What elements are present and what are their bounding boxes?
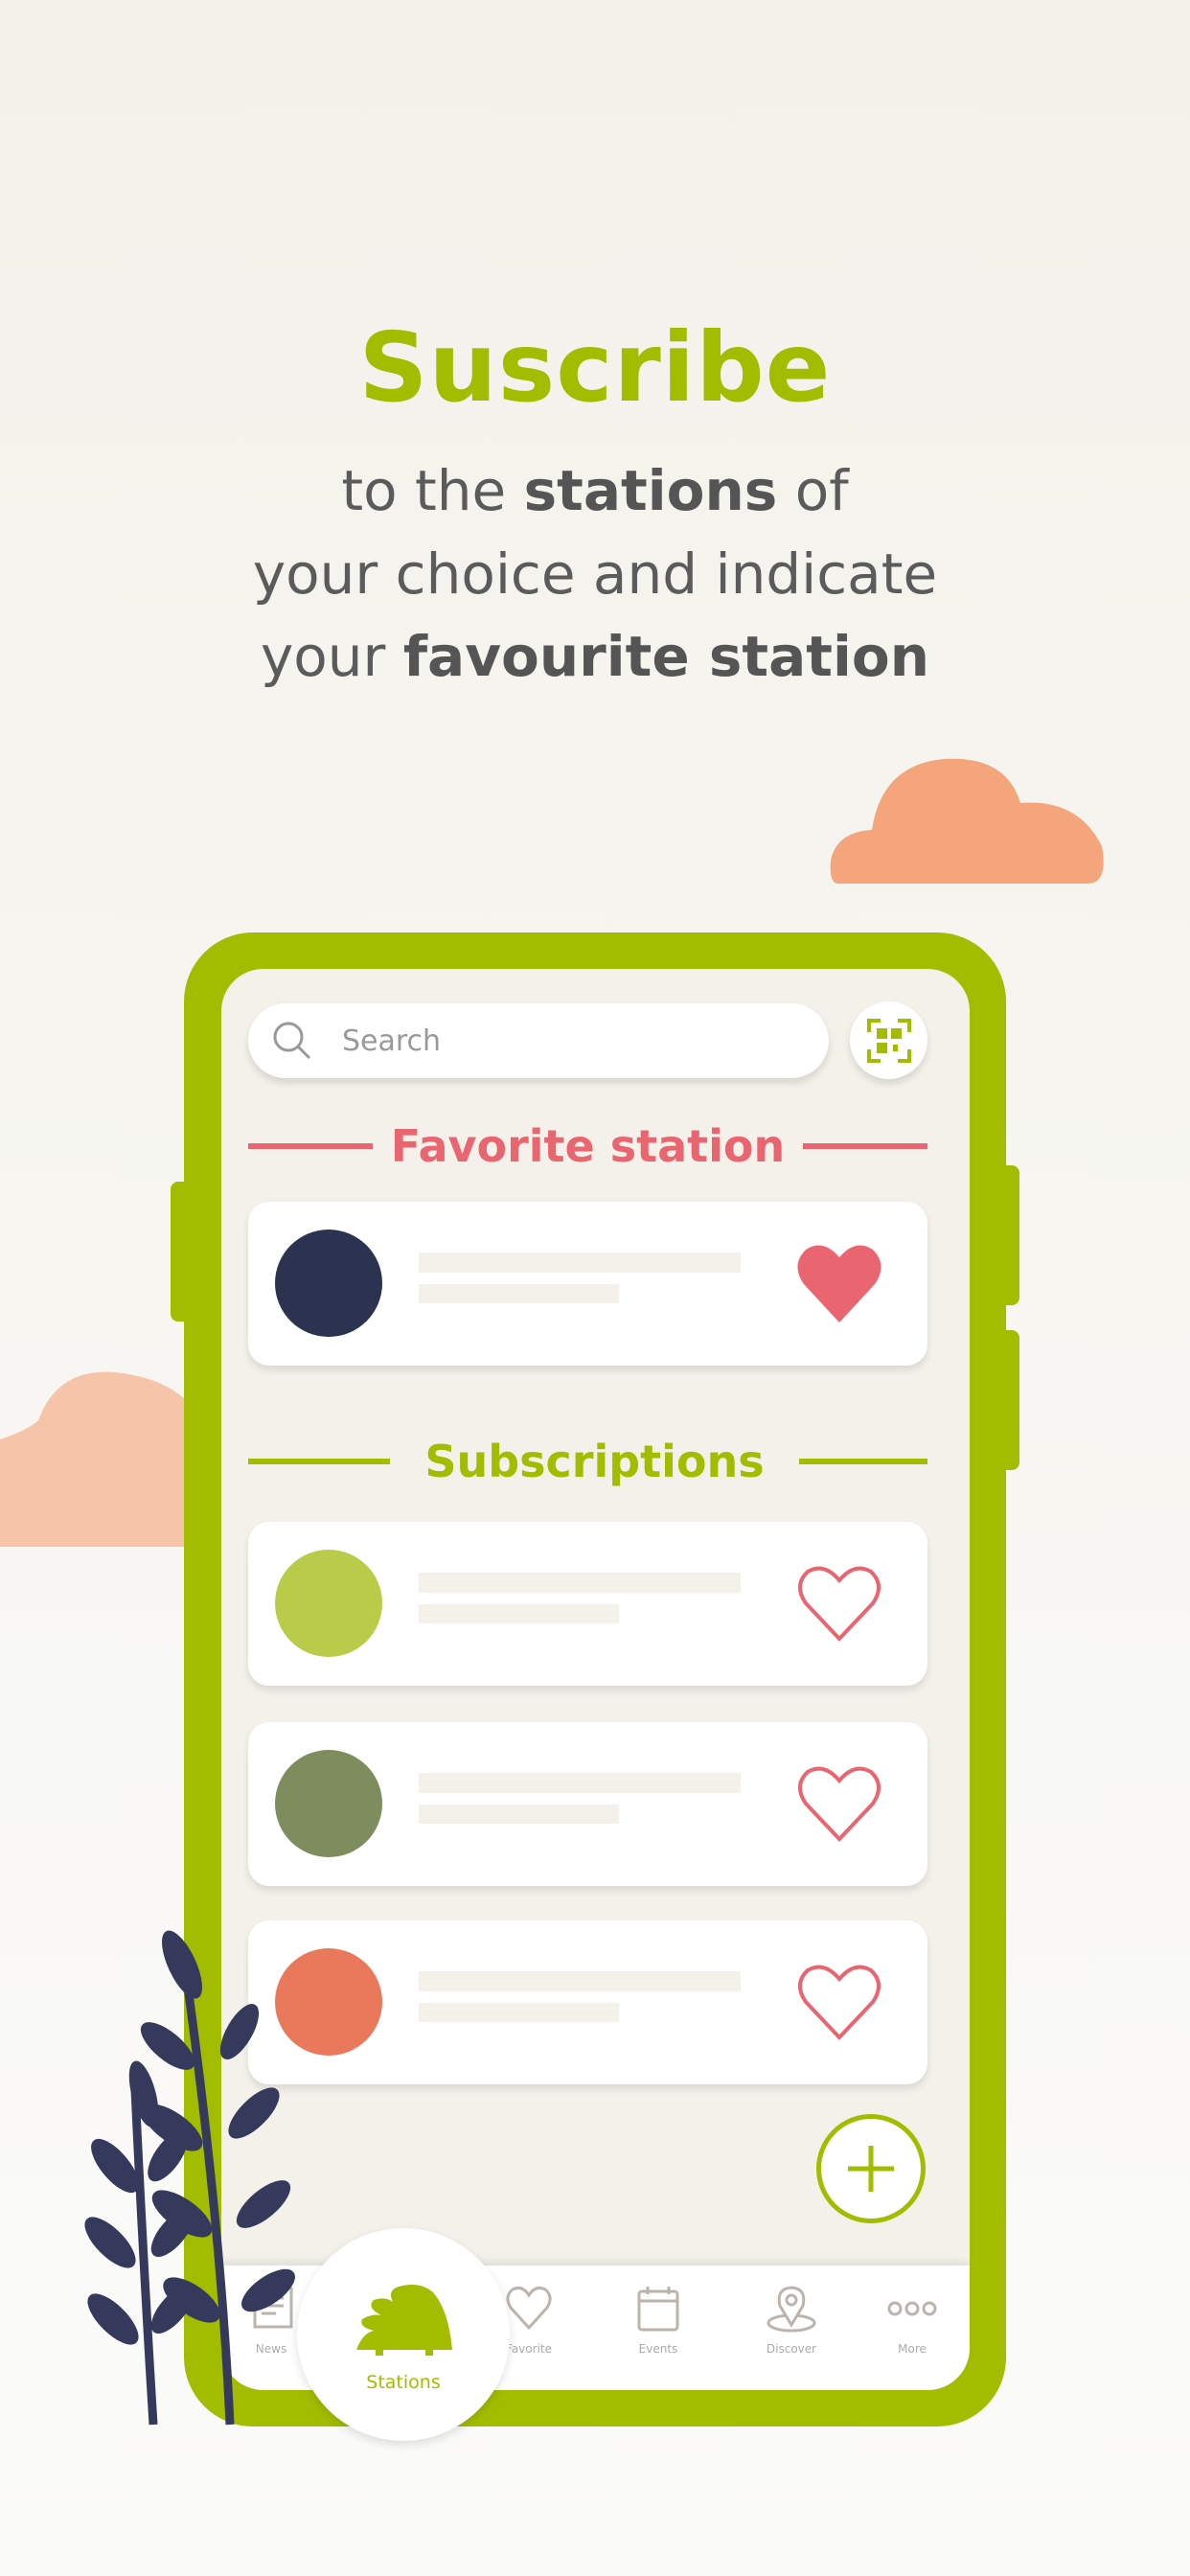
heart-outline-icon[interactable] [796, 1562, 882, 1644]
placeholder-bar [419, 1573, 741, 1593]
subscription-card[interactable] [248, 1722, 927, 1886]
add-station-button[interactable] [816, 2114, 926, 2223]
search-placeholder: Search [342, 1024, 442, 1058]
station-avatar [275, 1230, 382, 1337]
placeholder-bar [419, 1805, 619, 1824]
calendar-icon [637, 2287, 679, 2332]
cloud-left [0, 1371, 187, 1547]
qr-scan-button[interactable] [850, 1001, 927, 1079]
placeholder-bar [419, 1773, 741, 1793]
plant-decoration [84, 1930, 295, 2426]
favorite-station-header: Favorite station [248, 1120, 927, 1172]
heart-icon [506, 2287, 552, 2331]
station-avatar [275, 1550, 382, 1657]
subscription-card[interactable] [248, 1920, 927, 2084]
hero-title: Suscribe [358, 311, 832, 424]
search-icon [273, 1022, 311, 1060]
nav-item-more[interactable]: More [859, 2285, 965, 2356]
heart-outline-icon[interactable] [796, 1961, 882, 2043]
hero-line-2: your choice and indicate [252, 541, 938, 607]
cloud-right [830, 758, 1104, 884]
more-dots-icon [887, 2301, 937, 2316]
plus-icon [848, 2146, 894, 2192]
hero-line-1: to the stations of [341, 458, 849, 523]
nav-item-stations[interactable]: Stations [297, 2228, 510, 2441]
qr-scan-icon [866, 1018, 911, 1063]
subscriptions-header: Subscriptions [248, 1436, 927, 1487]
subscription-card[interactable] [248, 1522, 927, 1686]
placeholder-bar [419, 1971, 741, 1991]
placeholder-bar [419, 1604, 619, 1623]
placeholder-bar [419, 1253, 741, 1273]
placeholder-bar [419, 2003, 619, 2022]
hero-line-3: your favourite station [260, 624, 930, 689]
nav-item-events[interactable]: Events [606, 2285, 711, 2356]
nav-item-discover[interactable]: Discover [739, 2285, 844, 2356]
nav-label-stations: Stations [366, 2372, 441, 2393]
heart-filled-icon[interactable] [796, 1242, 882, 1324]
search-input[interactable]: Search [248, 1003, 829, 1078]
hedgehog-icon [356, 2285, 452, 2356]
phone-screen: Search Favorite station Subscriptions Ne… [221, 969, 970, 2390]
placeholder-bar [419, 1284, 619, 1303]
location-pin-icon [767, 2286, 816, 2333]
heart-outline-icon[interactable] [796, 1762, 882, 1845]
station-avatar [275, 1750, 382, 1857]
favorite-station-card[interactable] [248, 1202, 927, 1366]
